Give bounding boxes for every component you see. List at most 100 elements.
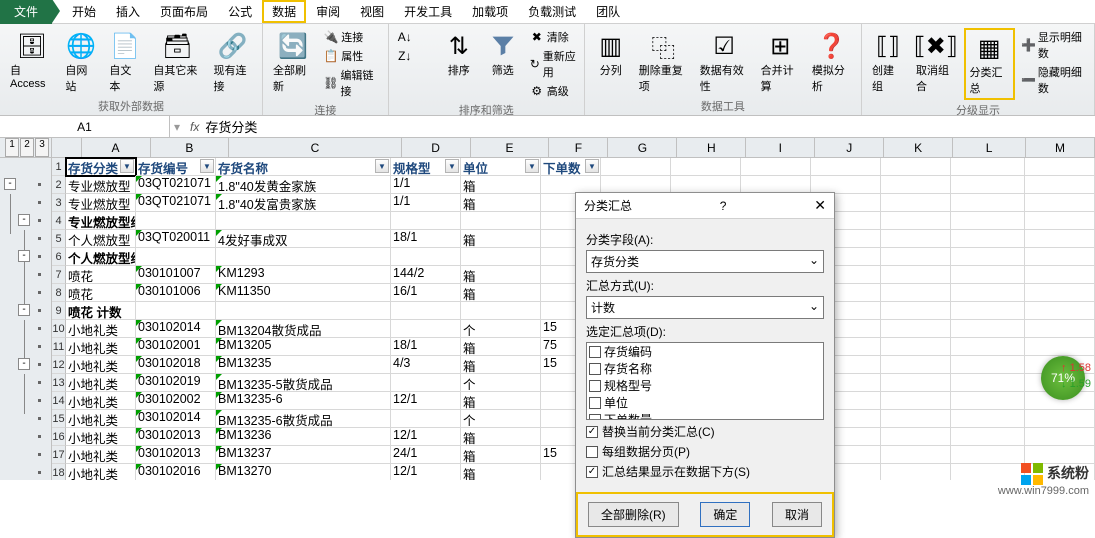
cell[interactable] (951, 392, 1025, 410)
filter-arrow-icon[interactable]: ▼ (525, 159, 539, 173)
cell[interactable] (391, 410, 461, 428)
cell[interactable] (951, 230, 1025, 248)
cell[interactable]: 箱 (461, 176, 541, 194)
from-text-button[interactable]: 📄自文本 (105, 28, 145, 96)
row-header[interactable]: 7 (52, 266, 66, 284)
outline-level-1[interactable]: 1 (5, 138, 19, 157)
cell[interactable]: 030102002 (136, 392, 216, 410)
cell[interactable]: 规格型▼ (391, 158, 461, 176)
listbox-item[interactable]: 下单数量 (587, 411, 823, 420)
advanced-filter-button[interactable]: ⚙高级 (527, 82, 578, 100)
cell[interactable]: 144/2 (391, 266, 461, 284)
connections-button[interactable]: 🔌连接 (321, 28, 381, 46)
cell[interactable]: 030101006 (136, 284, 216, 302)
row-header[interactable]: 12 (52, 356, 66, 374)
cell[interactable]: 1.8"40发富贵家族 (216, 194, 391, 212)
outline-toggle-button[interactable]: - (18, 358, 30, 370)
filter-arrow-icon[interactable]: ▼ (200, 159, 214, 173)
cell[interactable] (461, 212, 541, 230)
properties-button[interactable]: 📋属性 (321, 47, 381, 65)
listbox-item[interactable]: 存货名称 (587, 360, 823, 377)
cell[interactable] (951, 428, 1025, 446)
cell[interactable]: 4发好事成双 (216, 230, 391, 248)
cell[interactable] (881, 212, 951, 230)
sort-desc-button[interactable]: Z↓ (395, 47, 435, 65)
cell[interactable] (461, 248, 541, 266)
cell[interactable]: 18/1 (391, 338, 461, 356)
cell[interactable] (881, 158, 951, 176)
cell[interactable]: 个 (461, 320, 541, 338)
row-header[interactable]: 18 (52, 464, 66, 480)
cancel-button[interactable]: 取消 (772, 502, 822, 527)
col-header-E[interactable]: E (471, 138, 550, 158)
tab-review[interactable]: 审阅 (306, 0, 350, 23)
cell[interactable] (1025, 176, 1095, 194)
col-header-I[interactable]: I (746, 138, 815, 158)
tab-team[interactable]: 团队 (586, 0, 630, 23)
cell[interactable] (881, 446, 951, 464)
cell[interactable]: 喷花 计数 (66, 302, 136, 320)
row-header[interactable]: 16 (52, 428, 66, 446)
cell[interactable]: 单位▼ (461, 158, 541, 176)
filter-arrow-icon[interactable]: ▼ (375, 159, 389, 173)
tab-data[interactable]: 数据 (262, 0, 306, 23)
ok-button[interactable]: 确定 (700, 502, 750, 527)
tab-view[interactable]: 视图 (350, 0, 394, 23)
cell[interactable] (671, 158, 741, 176)
pagebreak-checkbox[interactable]: 每组数据分页(P) (586, 443, 824, 460)
cell[interactable] (881, 248, 951, 266)
col-header-A[interactable]: A (82, 138, 151, 158)
cell[interactable]: 个人燃放型 (66, 230, 136, 248)
cell[interactable] (881, 374, 951, 392)
cell[interactable]: 小地礼类 (66, 464, 136, 480)
row-header[interactable]: 11 (52, 338, 66, 356)
tab-loadtest[interactable]: 负载测试 (518, 0, 586, 23)
cell[interactable] (1025, 266, 1095, 284)
listbox-item[interactable]: 规格型号 (587, 377, 823, 394)
cell[interactable] (881, 392, 951, 410)
row-header[interactable]: 5 (52, 230, 66, 248)
cell[interactable] (951, 410, 1025, 428)
remove-dup-button[interactable]: ⿻删除重复项 (635, 28, 692, 96)
remove-all-button[interactable]: 全部删除(R) (588, 502, 679, 527)
cell[interactable]: 箱 (461, 266, 541, 284)
cell[interactable] (881, 302, 951, 320)
outline-toggle-button[interactable]: - (18, 214, 30, 226)
col-header-C[interactable]: C (229, 138, 401, 158)
cell[interactable] (391, 248, 461, 266)
cell[interactable] (881, 428, 951, 446)
cell[interactable]: 1/1 (391, 194, 461, 212)
consolidate-button[interactable]: ⊞合并计算 (757, 28, 804, 96)
cell[interactable] (881, 194, 951, 212)
cell[interactable]: 16/1 (391, 284, 461, 302)
reapply-button[interactable]: ↻重新应用 (527, 47, 578, 81)
cell[interactable] (951, 356, 1025, 374)
col-header-M[interactable]: M (1026, 138, 1095, 158)
cell[interactable] (391, 302, 461, 320)
cell[interactable]: 存货分类▼ (66, 158, 136, 176)
cell[interactable]: 1.8"40发黄金家族 (216, 176, 391, 194)
cell[interactable]: 4/3 (391, 356, 461, 374)
cell[interactable]: BM13235-6散货成品 (216, 410, 391, 428)
refresh-all-button[interactable]: 🔄全部刷新 (269, 28, 317, 100)
hide-detail-button[interactable]: ➖隐藏明细数 (1019, 63, 1088, 97)
cell[interactable] (881, 356, 951, 374)
cell[interactable]: 18/1 (391, 230, 461, 248)
sort-asc-button[interactable]: A↓ (395, 28, 435, 46)
cell[interactable] (881, 320, 951, 338)
cell[interactable] (881, 464, 951, 480)
row-header[interactable]: 9 (52, 302, 66, 320)
cell[interactable] (881, 338, 951, 356)
dialog-help-button[interactable]: ? (720, 199, 727, 213)
cell[interactable]: 030102018 (136, 356, 216, 374)
cell[interactable] (1025, 446, 1095, 464)
cell[interactable] (1025, 158, 1095, 176)
filter-arrow-icon[interactable]: ▼ (585, 159, 599, 173)
cell[interactable]: 个人燃放型组合烟花 计数 (66, 248, 136, 266)
ungroup-button[interactable]: ⟦✖⟧取消组合 (912, 28, 959, 100)
cell[interactable] (881, 176, 951, 194)
cell[interactable] (881, 230, 951, 248)
cell[interactable] (1025, 284, 1095, 302)
tab-dev[interactable]: 开发工具 (394, 0, 462, 23)
cell[interactable] (461, 302, 541, 320)
